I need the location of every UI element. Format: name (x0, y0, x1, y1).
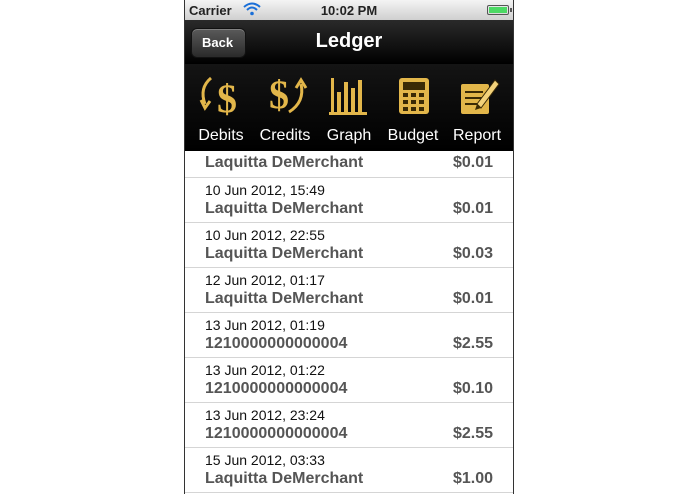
bar-graph-icon (325, 64, 373, 123)
transaction-date: 10 Jun 2012, 15:49 (205, 182, 325, 198)
toolbar-graph-button[interactable]: Graph (317, 64, 381, 151)
transaction-date: 13 Jun 2012, 01:22 (205, 362, 325, 378)
status-bar: Carrier 10:02 PM (185, 0, 513, 20)
payee-name: Laquitta DeMerchant (205, 200, 364, 217)
amount: $0.10 (452, 380, 493, 397)
payee-name: Laquitta DeMerchant (205, 154, 364, 171)
toolbar-credits-button[interactable]: $ Credits (253, 64, 317, 151)
svg-text:$: $ (269, 72, 289, 117)
transaction-date: 10 Jun 2012, 22:55 (205, 227, 325, 243)
list-item[interactable]: Laquitta DeMerchant $0.01 (185, 151, 513, 178)
payee-name: 1210000000000004 (205, 335, 348, 352)
phone-screen: Carrier 10:02 PM Back Ledger $ Debits $ … (184, 0, 514, 494)
transaction-date: 15 Jun 2012, 03:33 (205, 452, 325, 468)
toolbar: $ Debits $ Credits Graph Budget Report (185, 64, 513, 151)
battery-icon (487, 5, 512, 15)
svg-text:$: $ (217, 76, 237, 118)
toolbar-budget-button[interactable]: Budget (381, 64, 445, 151)
report-label: Report (452, 127, 502, 144)
clock: 10:02 PM (320, 3, 378, 18)
transaction-date: 13 Jun 2012, 23:24 (205, 407, 325, 423)
payee-name: 1210000000000004 (205, 425, 348, 442)
payee-name: Laquitta DeMerchant (205, 245, 364, 262)
payee-name: Laquitta DeMerchant (205, 290, 364, 307)
budget-label: Budget (387, 127, 439, 144)
payee-name: Laquitta DeMerchant (205, 470, 364, 487)
amount: $1.00 (452, 470, 493, 487)
credits-label: Credits (259, 127, 311, 144)
list-item[interactable]: 15 Jun 2012, 03:33 Laquitta DeMerchant $… (185, 448, 513, 493)
page-title: Ledger (315, 30, 383, 52)
transaction-date: 12 Jun 2012, 01:17 (205, 272, 325, 288)
amount: $2.55 (452, 335, 493, 352)
payee-name: 1210000000000004 (205, 380, 348, 397)
notepad-pencil-icon (453, 64, 501, 123)
calculator-icon (389, 64, 437, 123)
list-item[interactable]: 13 Jun 2012, 23:24 1210000000000004 $2.5… (185, 403, 513, 448)
list-item[interactable]: 10 Jun 2012, 22:55 Laquitta DeMerchant $… (185, 223, 513, 268)
list-item[interactable]: 13 Jun 2012, 01:22 1210000000000004 $0.1… (185, 358, 513, 403)
graph-label: Graph (326, 127, 372, 144)
amount: $0.01 (452, 154, 493, 171)
toolbar-debits-button[interactable]: $ Debits (189, 64, 253, 151)
amount: $0.03 (452, 245, 493, 262)
amount: $0.01 (452, 200, 493, 217)
transaction-date: 13 Jun 2012, 01:19 (205, 317, 325, 333)
nav-bar: Back Ledger (185, 20, 513, 64)
list-item[interactable]: 13 Jun 2012, 01:19 1210000000000004 $2.5… (185, 313, 513, 358)
dollar-arrow-down-icon: $ (197, 64, 245, 123)
ledger-list: Laquitta DeMerchant $0.01 10 Jun 2012, 1… (185, 151, 513, 494)
dollar-arrow-up-icon: $ (261, 64, 309, 123)
toolbar-report-button[interactable]: Report (445, 64, 509, 151)
amount: $0.01 (452, 290, 493, 307)
amount: $2.55 (452, 425, 493, 442)
list-item[interactable]: 10 Jun 2012, 15:49 Laquitta DeMerchant $… (185, 178, 513, 223)
debits-label: Debits (198, 127, 244, 144)
list-item[interactable]: 12 Jun 2012, 01:17 Laquitta DeMerchant $… (185, 268, 513, 313)
